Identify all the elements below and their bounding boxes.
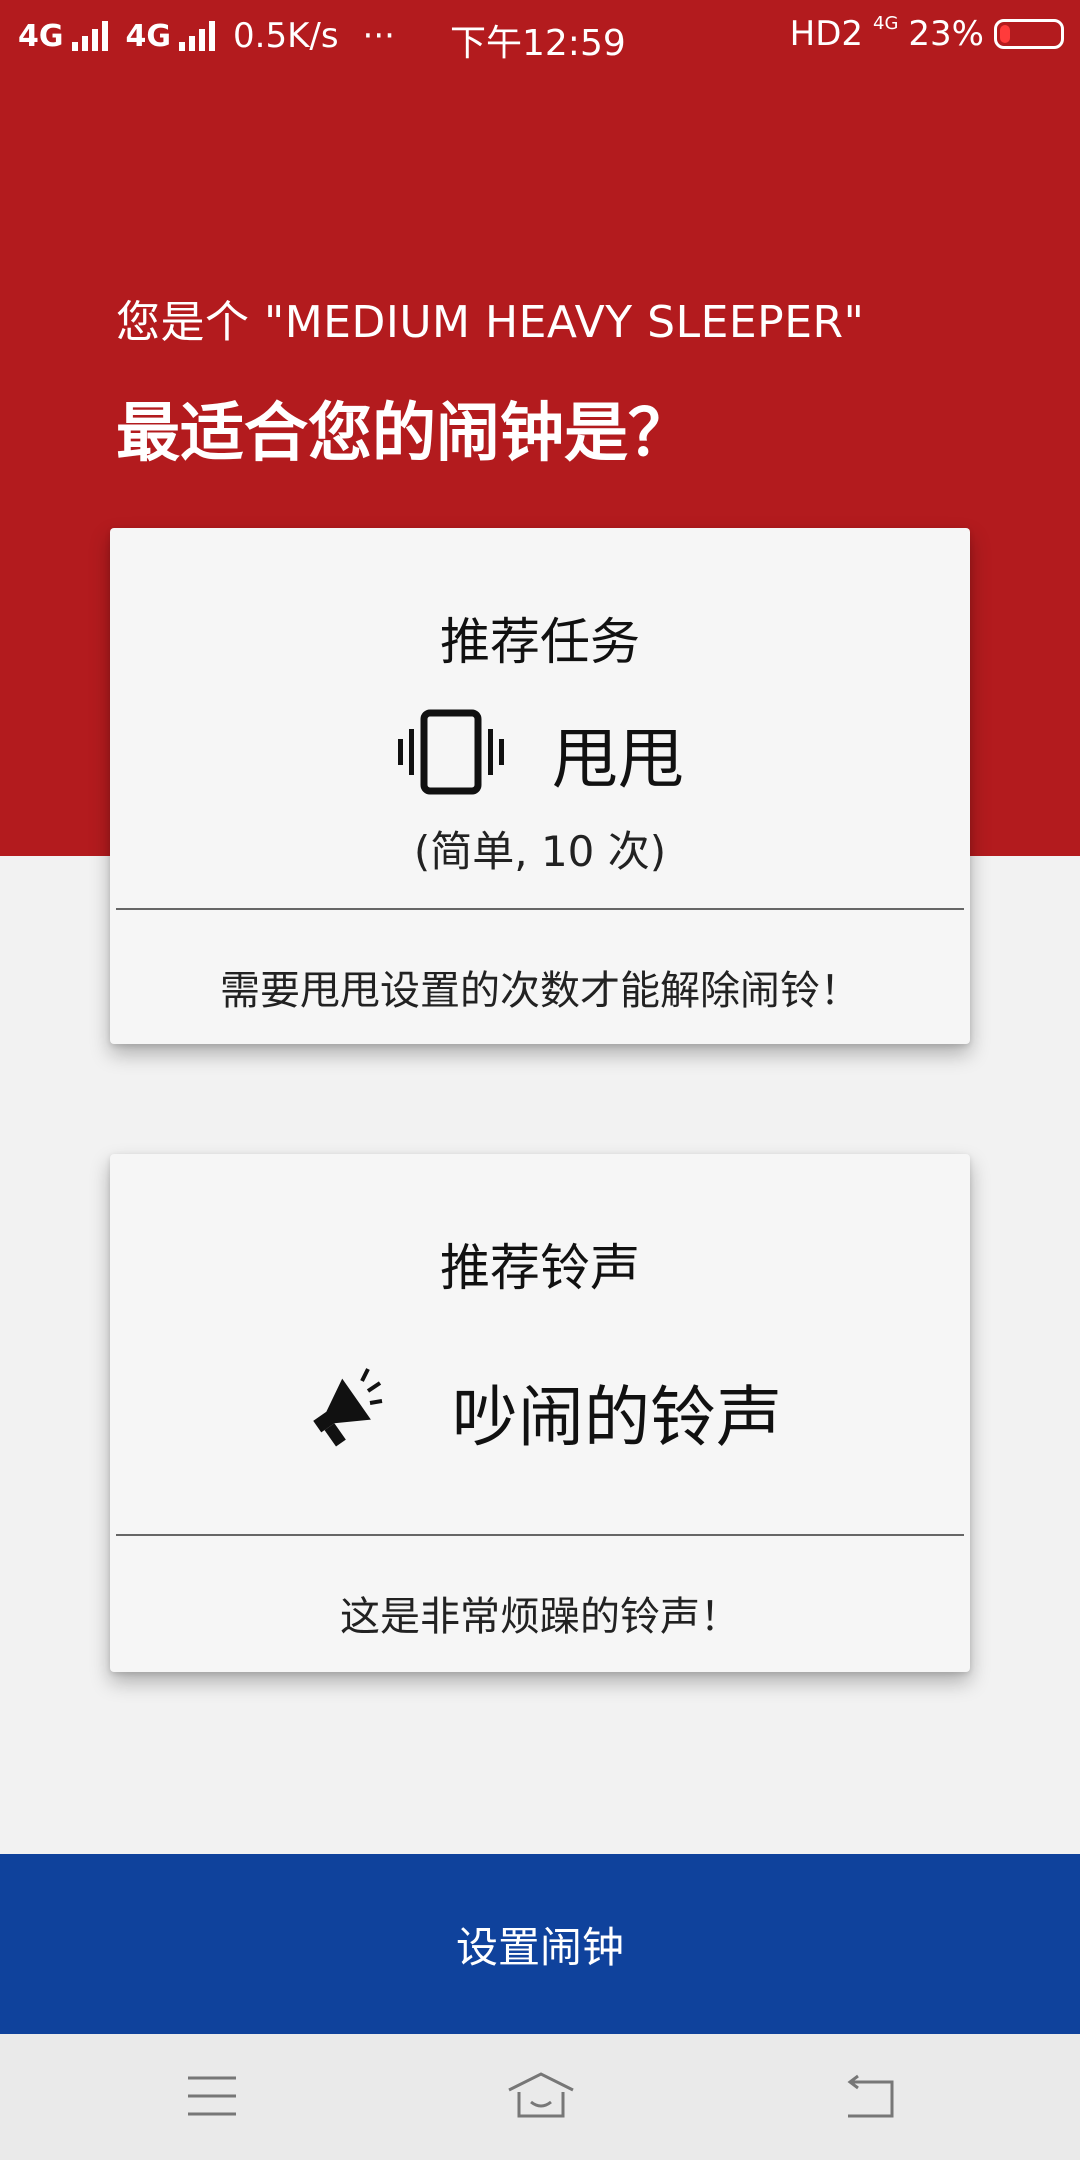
battery-icon [994, 19, 1064, 49]
network-speed: 0.5K/s [233, 16, 339, 56]
card-divider [116, 908, 964, 910]
mission-name: 甩甩 [552, 721, 684, 798]
ringtone-row: 吵闹的铃声 [110, 1364, 970, 1460]
data-indicator: 4G [873, 13, 899, 34]
more-notifications-icon: ··· [362, 16, 395, 56]
battery-percent: 23% [908, 14, 984, 54]
page-title: 最适合您的闹钟是？ [116, 397, 692, 471]
sleeper-type-text: 您是个 "MEDIUM HEAVY SLEEPER" [116, 297, 865, 348]
set-alarm-button[interactable]: 设置闹钟 [0, 1854, 1080, 2034]
recommended-ringtone-card[interactable]: 推荐铃声 吵闹的铃声 这是非常烦躁的铃声！ [110, 1154, 970, 1672]
card-divider [116, 1534, 964, 1536]
status-right: HD2 4G 23% [790, 14, 1064, 54]
ringtone-card-heading: 推荐铃声 [440, 1239, 640, 1297]
vibrate-phone-icon [396, 709, 506, 799]
megaphone-icon [298, 1367, 384, 1457]
network-type-2: 4G [125, 18, 172, 54]
hd-indicator: HD2 [789, 14, 864, 54]
signal-icon [179, 21, 215, 51]
ringtone-description: 这是非常烦躁的铃声！ [340, 1594, 740, 1640]
status-bar: 4G 4G 0.5K/s ··· 下午12:59 HD2 4G 23% [0, 0, 1080, 76]
network-type-1: 4G [18, 18, 64, 54]
ringtone-name: 吵闹的铃声 [452, 1379, 782, 1456]
menu-icon[interactable] [186, 2074, 238, 2122]
clock: 下午12:59 [450, 23, 626, 64]
back-icon[interactable] [842, 2074, 896, 2124]
recommended-mission-card[interactable]: 推荐任务 甩甩 (简单, 10 次) 需要甩甩设置的次数才能解除闹铃！ [110, 528, 970, 1044]
mission-description: 需要甩甩设置的次数才能解除闹铃！ [220, 968, 860, 1014]
mission-card-heading: 推荐任务 [440, 613, 640, 671]
signal-icon [71, 21, 108, 51]
home-icon[interactable] [505, 2070, 577, 2124]
navigation-bar [0, 2034, 1080, 2160]
mission-row: 甩甩 [110, 706, 970, 802]
status-left: 4G 4G 0.5K/s ··· [18, 16, 395, 56]
mission-detail: (简单, 10 次) [413, 827, 667, 876]
